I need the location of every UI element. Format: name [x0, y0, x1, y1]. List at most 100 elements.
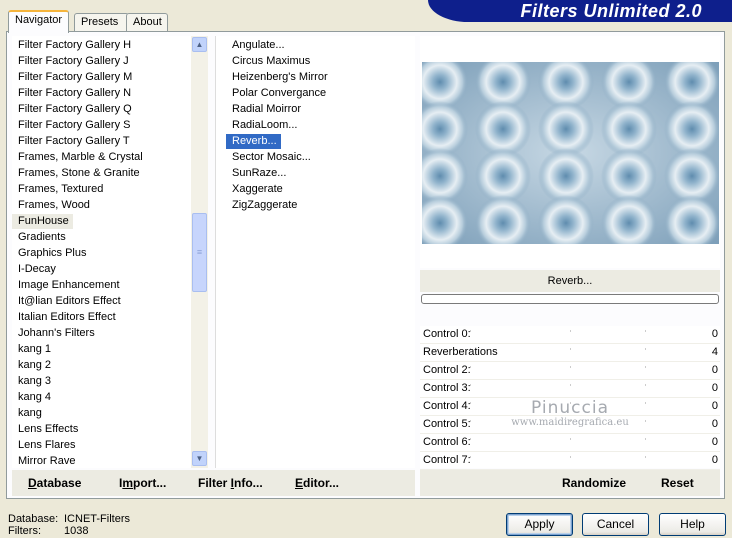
category-item[interactable]: kang 1: [12, 342, 51, 357]
category-item[interactable]: It@lian Editors Effect: [12, 294, 121, 309]
tab-navigator[interactable]: Navigator: [8, 10, 69, 33]
category-item[interactable]: Filter Factory Gallery N: [12, 86, 131, 101]
category-item[interactable]: FunHouse: [12, 214, 73, 229]
progress-bar: [421, 294, 719, 304]
title-banner: Filters Unlimited 2.0: [428, 0, 732, 22]
tab-presets[interactable]: Presets: [74, 13, 129, 32]
filter-item[interactable]: Angulate...: [226, 38, 285, 53]
control-value: 0: [711, 454, 718, 466]
control-value: 0: [711, 382, 718, 394]
control-row[interactable]: Reverberations 4: [420, 344, 720, 362]
filter-item[interactable]: Polar Convergance: [226, 86, 326, 101]
category-item[interactable]: Frames, Stone & Granite: [12, 166, 140, 181]
preview-image: [422, 62, 719, 244]
filter-item[interactable]: Circus Maximus: [226, 54, 310, 69]
category-item[interactable]: Filter Factory Gallery M: [12, 70, 132, 85]
slider-tick: [570, 420, 571, 422]
category-item[interactable]: kang 3: [12, 374, 51, 389]
control-sliders: Control 0: 0 Reverberations 4 Control 2: 0 Con…: [420, 326, 720, 470]
import-button[interactable]: Import...: [119, 476, 166, 490]
category-item[interactable]: Italian Editors Effect: [12, 310, 116, 325]
filter-item[interactable]: ZigZaggerate: [226, 198, 297, 213]
status-database-value: ICNET-Filters: [64, 513, 130, 525]
category-item[interactable]: Filter Factory Gallery T: [12, 134, 130, 149]
category-item[interactable]: Filter Factory Gallery S: [12, 118, 130, 133]
control-row[interactable]: Control 3: 0: [420, 380, 720, 398]
category-item[interactable]: Graphics Plus: [12, 246, 86, 261]
category-item[interactable]: kang 4: [12, 390, 51, 405]
randomize-button[interactable]: Randomize: [562, 476, 626, 490]
filter-list[interactable]: Angulate... Circus Maximus Heizenberg's Mi…: [215, 36, 415, 468]
reset-button[interactable]: Reset: [661, 476, 694, 490]
control-label: Control 7:: [423, 454, 471, 466]
app-title: Filters Unlimited 2.0: [520, 1, 702, 21]
filter-item[interactable]: Reverb...: [225, 133, 282, 150]
category-list[interactable]: Filter Factory Gallery H Filter Factory G…: [12, 36, 208, 468]
scroll-up-button[interactable]: ▲: [192, 37, 207, 52]
slider-tick: [570, 438, 571, 440]
control-value: 0: [711, 418, 718, 430]
status-filters-value: 1038: [64, 525, 89, 537]
filter-item[interactable]: Heizenberg's Mirror: [226, 70, 328, 85]
category-item[interactable]: Image Enhancement: [12, 278, 120, 293]
category-item[interactable]: Frames, Marble & Crystal: [12, 150, 143, 165]
filter-info-button[interactable]: Filter Info...: [198, 476, 263, 490]
apply-button[interactable]: Apply: [506, 513, 573, 536]
control-row[interactable]: Control 2: 0: [420, 362, 720, 380]
slider-tick: [645, 420, 646, 422]
control-row[interactable]: Control 0: 0: [420, 326, 720, 344]
category-item[interactable]: Frames, Wood: [12, 198, 90, 213]
control-row[interactable]: Control 5: 0: [420, 416, 720, 434]
slider-tick: [645, 366, 646, 368]
status-database: Database: ICNET-Filters: [8, 513, 130, 525]
slider-tick: [645, 438, 646, 440]
category-item[interactable]: Filter Factory Gallery Q: [12, 102, 132, 117]
scroll-down-button[interactable]: ▼: [192, 451, 207, 466]
category-item[interactable]: kang: [12, 406, 42, 421]
category-item[interactable]: kang 2: [12, 358, 51, 373]
slider-tick: [570, 348, 571, 350]
cancel-button[interactable]: Cancel: [582, 513, 649, 536]
status-database-label: Database:: [8, 513, 59, 525]
slider-tick: [570, 330, 571, 332]
database-button[interactable]: Database: [28, 476, 81, 490]
help-button[interactable]: Help: [659, 513, 726, 536]
slider-tick: [645, 402, 646, 404]
control-value: 0: [711, 436, 718, 448]
category-scrollbar[interactable]: ▲ ≡ ▼: [191, 36, 208, 468]
category-item[interactable]: Johann's Filters: [12, 326, 95, 341]
control-row[interactable]: Control 7: 0: [420, 452, 720, 470]
category-item[interactable]: Lens Effects: [12, 422, 78, 437]
category-item[interactable]: Mirror Rave: [12, 454, 75, 468]
filter-item[interactable]: Radial Moirror: [226, 102, 301, 117]
control-label: Control 2:: [423, 364, 471, 376]
editor-button[interactable]: Editor...: [295, 476, 339, 490]
category-item[interactable]: Lens Flares: [12, 438, 75, 453]
control-label: Reverberations: [423, 346, 498, 358]
category-item[interactable]: Filter Factory Gallery H: [12, 38, 131, 53]
slider-tick: [570, 384, 571, 386]
preview-filter-name: Reverb...: [420, 270, 720, 292]
list-button-bar: Database Import... Filter Info... Editor…: [12, 470, 415, 496]
slider-tick: [570, 366, 571, 368]
control-label: Control 0:: [423, 328, 471, 340]
tab-about[interactable]: About: [126, 13, 168, 32]
control-value: 0: [711, 400, 718, 412]
filter-item[interactable]: SunRaze...: [226, 166, 286, 181]
filter-item[interactable]: RadiaLoom...: [226, 118, 297, 133]
status-filters-label: Filters:: [8, 525, 41, 537]
category-item[interactable]: Frames, Textured: [12, 182, 103, 197]
control-label: Control 4:: [423, 400, 471, 412]
scroll-thumb[interactable]: ≡: [192, 213, 207, 292]
slider-tick: [645, 348, 646, 350]
filter-item[interactable]: Xaggerate: [226, 182, 283, 197]
control-row[interactable]: Control 6: 0: [420, 434, 720, 452]
category-item[interactable]: Gradients: [12, 230, 66, 245]
control-row[interactable]: Control 4: 0: [420, 398, 720, 416]
control-label: Control 3:: [423, 382, 471, 394]
category-item[interactable]: I-Decay: [12, 262, 56, 277]
category-item[interactable]: Filter Factory Gallery J: [12, 54, 129, 69]
filter-item[interactable]: Sector Mosaic...: [226, 150, 311, 165]
slider-tick: [570, 402, 571, 404]
slider-tick: [645, 456, 646, 458]
